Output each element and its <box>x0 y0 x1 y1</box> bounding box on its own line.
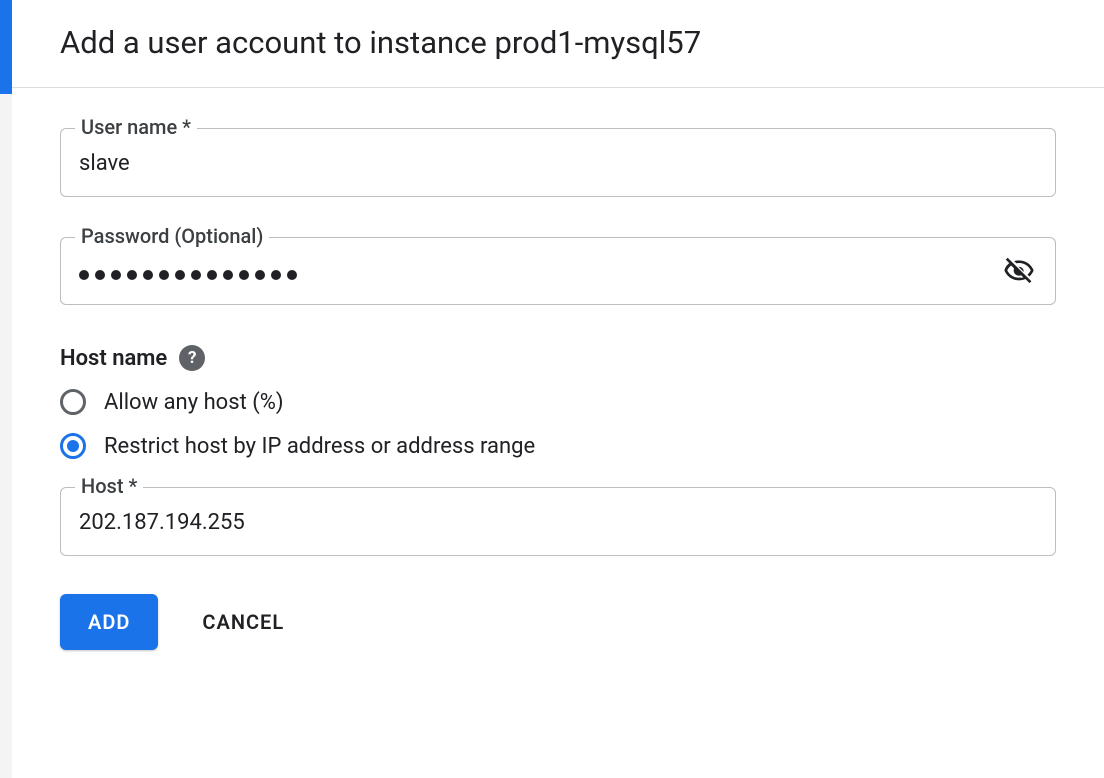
dialog-actions: ADD CANCEL <box>60 594 1056 650</box>
radio-allow-any-host[interactable]: Allow any host (%) <box>60 389 1056 415</box>
header-accent-stripe <box>0 0 12 94</box>
help-icon[interactable]: ? <box>179 345 205 371</box>
host-label: Host * <box>75 476 143 496</box>
add-button[interactable]: ADD <box>60 594 158 650</box>
hostname-section-label: Host name <box>60 346 167 371</box>
dialog-body: User name * Password (Optional) <box>12 88 1104 690</box>
cancel-button[interactable]: CANCEL <box>202 610 284 634</box>
radio-label-restrict: Restrict host by IP address or address r… <box>104 434 535 459</box>
radio-button-selected-icon <box>60 433 86 459</box>
host-input[interactable] <box>61 488 1055 555</box>
dialog-title: Add a user account to instance prod1-mys… <box>60 24 1056 61</box>
toggle-password-visibility-button[interactable] <box>993 255 1055 287</box>
radio-restrict-host[interactable]: Restrict host by IP address or address r… <box>60 433 1056 459</box>
username-input[interactable] <box>61 129 1055 196</box>
hostname-section-header: Host name ? <box>60 345 1056 371</box>
host-field: Host * <box>60 487 1056 556</box>
password-label: Password (Optional) <box>75 226 269 246</box>
dialog-header: Add a user account to instance prod1-mys… <box>12 0 1104 88</box>
host-field-wrap: Host * <box>60 487 1056 556</box>
background-gutter <box>0 94 12 778</box>
username-label: User name * <box>75 117 197 137</box>
radio-label-any: Allow any host (%) <box>104 390 284 415</box>
add-user-dialog: Add a user account to instance prod1-mys… <box>12 0 1104 778</box>
password-field-wrap: Password (Optional) <box>60 237 1056 305</box>
username-field: User name * <box>60 128 1056 197</box>
password-field: Password (Optional) <box>60 237 1056 305</box>
visibility-off-icon <box>1003 255 1035 287</box>
radio-button-unselected-icon <box>60 389 86 415</box>
username-field-wrap: User name * <box>60 128 1056 197</box>
